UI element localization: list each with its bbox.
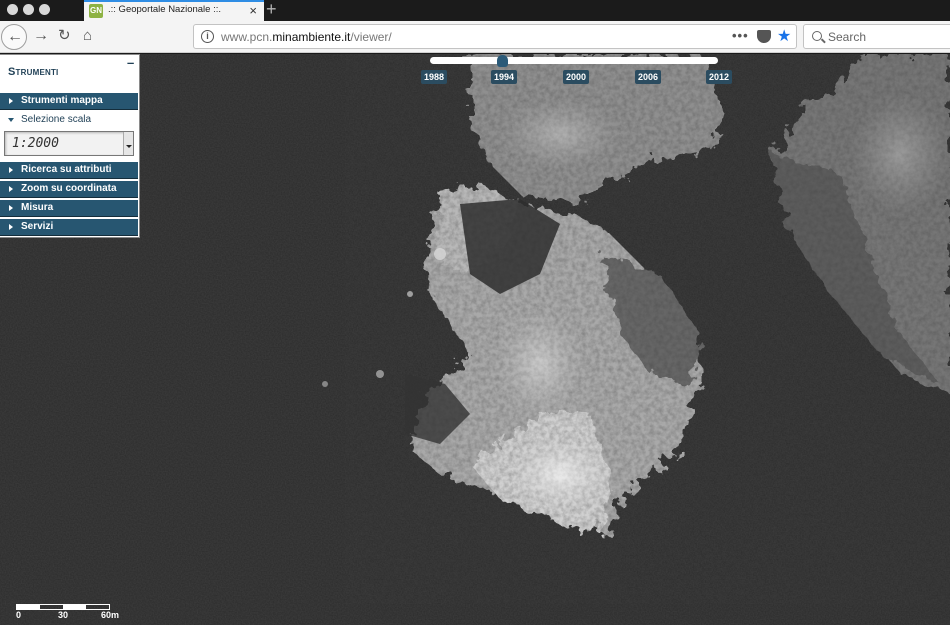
scale-label: 30: [58, 610, 69, 620]
dropdown-arrow-icon[interactable]: [123, 132, 133, 155]
reload-button[interactable]: ↻: [58, 26, 71, 46]
chevron-right-icon: [9, 224, 13, 230]
page-actions-icon[interactable]: •••: [732, 28, 749, 43]
back-button[interactable]: ←: [1, 24, 27, 50]
menu-strumenti-mappa[interactable]: Strumenti mappa: [0, 93, 138, 110]
scale-select[interactable]: 1:2000: [4, 131, 134, 156]
timeline-year-label[interactable]: 1994: [491, 70, 518, 84]
menu-item-label: Selezione scala: [21, 114, 92, 125]
scale-select-value: 1:2000: [12, 136, 59, 151]
search-icon: [812, 31, 822, 41]
tab-close-icon[interactable]: ×: [249, 3, 257, 18]
window-close-button[interactable]: [7, 4, 18, 15]
menu-ricerca-attributi[interactable]: Ricerca su attributi: [0, 162, 138, 179]
aerial-photo: [0, 54, 950, 625]
scale-bar-segment: [17, 605, 40, 609]
menu-misura[interactable]: Misura: [0, 200, 138, 217]
site-favicon-icon: GN: [89, 4, 103, 18]
tools-panel: Strumenti – Strumenti mappa Selezione sc…: [0, 54, 140, 238]
chevron-right-icon: [9, 98, 13, 104]
timeline-slider-handle[interactable]: [497, 55, 508, 67]
browser-toolbar: ← → ↻ ⌂ i www.pcn.minambiente.it/viewer/…: [0, 21, 950, 53]
chevron-right-icon: [9, 205, 13, 211]
chevron-right-icon: [9, 186, 13, 192]
pocket-icon[interactable]: [757, 30, 771, 43]
chevron-down-icon: [8, 118, 14, 122]
window-minimize-button[interactable]: [23, 4, 34, 15]
bookmark-star-icon[interactable]: ★: [777, 26, 791, 46]
timeline-year-label[interactable]: 2000: [563, 70, 590, 84]
menu-servizi[interactable]: Servizi: [0, 219, 138, 236]
tab-title: .:: Geoportale Nazionale ::.: [108, 4, 222, 15]
menu-selezione-scala[interactable]: Selezione scala: [0, 112, 138, 128]
scale-label: 60m: [101, 610, 120, 620]
forward-button[interactable]: →: [33, 26, 49, 46]
browser-tab-bar: GN .:: Geoportale Nazionale ::. × +: [0, 0, 950, 21]
timeline-year-label[interactable]: 2012: [706, 70, 733, 84]
menu-zoom-coordinata[interactable]: Zoom su coordinata: [0, 181, 138, 198]
home-button[interactable]: ⌂: [83, 26, 92, 46]
menu-item-label: Zoom su coordinata: [21, 183, 117, 194]
timeline-year-label[interactable]: 2006: [635, 70, 662, 84]
timeline-year-label[interactable]: 1988: [421, 70, 448, 84]
search-bar[interactable]: [803, 24, 950, 49]
scale-label: 0: [16, 610, 22, 620]
panel-minimize-button[interactable]: –: [127, 56, 134, 69]
search-input[interactable]: [828, 29, 948, 45]
back-arrow-icon: ←: [7, 28, 23, 45]
site-info-icon[interactable]: i: [201, 30, 214, 43]
menu-item-label: Ricerca su attributi: [21, 164, 112, 175]
browser-tab[interactable]: GN .:: Geoportale Nazionale ::. ×: [84, 0, 264, 21]
window-maximize-button[interactable]: [39, 4, 50, 15]
scale-bar-segment: [63, 605, 86, 609]
new-tab-button[interactable]: +: [266, 0, 277, 20]
url-bar[interactable]: i www.pcn.minambiente.it/viewer/ ••• ★: [193, 24, 797, 49]
url-text: www.pcn.minambiente.it/viewer/: [221, 30, 392, 44]
menu-item-label: Strumenti mappa: [21, 95, 103, 106]
panel-title: Strumenti: [8, 66, 59, 78]
menu-item-label: Servizi: [21, 221, 54, 232]
menu-item-label: Misura: [21, 202, 54, 213]
chevron-right-icon: [9, 167, 13, 173]
map-viewport[interactable]: [0, 54, 950, 625]
timeline-slider-track[interactable]: [430, 57, 718, 64]
